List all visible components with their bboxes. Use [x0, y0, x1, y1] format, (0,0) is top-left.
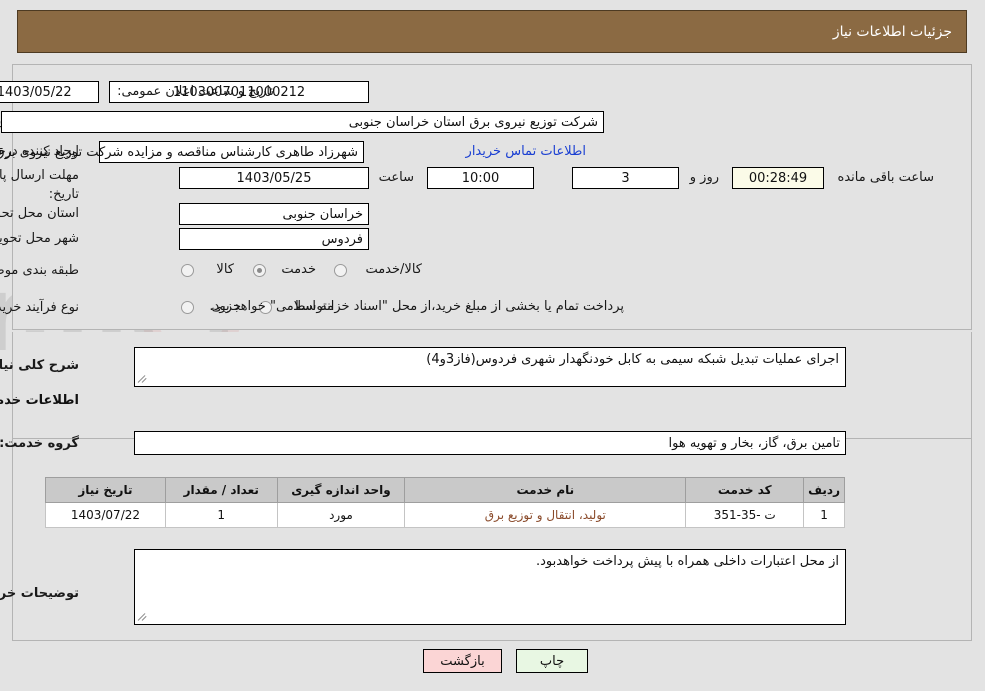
label-city: شهر محل تحویل:	[0, 231, 80, 246]
back-button[interactable]: بازگشت	[424, 649, 503, 673]
label-announce-datetime: تاریخ و ساعت اعلان عمومی:	[118, 84, 275, 99]
field-buyer-notes[interactable]: از محل اعتبارات داخلی همراه با پیش پرداخ…	[135, 549, 847, 625]
page-title: جزئیات اطلاعات نیاز	[833, 23, 953, 40]
field-deadline-date[interactable]: 1403/05/25	[180, 167, 370, 189]
label-category: طبقه بندی موضوعی:	[0, 263, 80, 278]
resize-grip-buyer-notes[interactable]	[138, 611, 150, 623]
cell-need-date: 1403/07/22	[46, 502, 167, 528]
th-need-date: تاریخ نیاز	[46, 477, 167, 503]
buyer-notes-text: از محل اعتبارات داخلی همراه با پیش پرداخ…	[537, 554, 840, 569]
th-unit: واحد اندازه گیری	[277, 477, 407, 503]
th-service-code: کد خدمت	[686, 477, 806, 503]
field-announce-datetime[interactable]: 1403/05/22 - 08:31	[0, 81, 100, 103]
radio-label-category-1: خدمت	[282, 262, 317, 277]
label-buyer-notes: توضیحات خریدار:	[0, 586, 80, 601]
radio-category-khedmat[interactable]	[254, 264, 267, 277]
payment-note: پرداخت تمام یا بخشی از مبلغ خرید،از محل …	[210, 299, 625, 314]
page-header: جزئیات اطلاعات نیاز	[18, 10, 968, 53]
cell-row-no: 1	[804, 502, 846, 528]
th-quantity: تعداد / مقدار	[165, 477, 279, 503]
field-service-group[interactable]: تامین برق، گاز، بخار و تهویه هوا	[135, 431, 847, 455]
field-requester[interactable]: شهرزاد طاهری کارشناس مناقصه و مزایده شرک…	[0, 141, 365, 163]
field-summary[interactable]: اجرای عملیات تبدیل شبکه سیمی به کابل خود…	[135, 347, 847, 387]
field-buyer-org[interactable]: شرکت توزیع نیروی برق استان خراسان جنوبی	[2, 111, 605, 133]
field-province[interactable]: خراسان جنوبی	[180, 203, 370, 225]
buyer-contact-link[interactable]: اطلاعات تماس خریدار	[467, 144, 587, 159]
th-row-no: ردیف	[804, 477, 846, 503]
radio-label-category-2: کالا/خدمت	[366, 262, 423, 277]
radio-process-jozei[interactable]	[182, 301, 195, 314]
table-header-row: ردیف کد خدمت نام خدمت واحد اندازه گیری ت…	[46, 477, 846, 503]
cell-quantity: 1	[165, 502, 279, 528]
table-row: 1 ت -35-351 تولید، انتقال و توزیع برق مو…	[46, 502, 846, 528]
th-service-name: نام خدمت	[405, 477, 688, 503]
field-hour[interactable]: 10:00	[428, 167, 535, 189]
field-countdown: 00:28:49	[733, 167, 825, 189]
field-city[interactable]: فردوس	[180, 228, 370, 250]
label-hour: ساعت	[379, 170, 415, 185]
label-service-group: گروه خدمت:	[0, 436, 80, 451]
label-summary: شرح کلی نیاز:	[0, 358, 80, 373]
label-province: استان محل تحویل:	[0, 206, 80, 221]
services-table: ردیف کد خدمت نام خدمت واحد اندازه گیری ت…	[46, 477, 846, 528]
field-days-remaining[interactable]: 3	[573, 167, 680, 189]
panel-general-info	[13, 64, 973, 330]
radio-label-category-0: کالا	[217, 262, 235, 277]
label-remaining: ساعت باقی مانده	[838, 170, 935, 185]
cell-service-name: تولید، انتقال و توزیع برق	[405, 502, 688, 528]
page-root: AriaTender.net جزئیات اطلاعات نیاز شماره…	[0, 0, 985, 691]
label-deadline-line2: تاریخ:	[49, 187, 80, 202]
label-days-word: روز و	[690, 170, 720, 185]
label-process-type: نوع فرآیند خرید :	[0, 300, 80, 315]
cell-service-code: ت -35-351	[686, 502, 806, 528]
cell-unit: مورد	[277, 502, 407, 528]
radio-category-kala[interactable]	[182, 264, 195, 277]
summary-text: اجرای عملیات تبدیل شبکه سیمی به کابل خود…	[427, 352, 840, 367]
label-deadline-line1: مهلت ارسال پاسخ: تا	[0, 168, 80, 183]
resize-grip-summary[interactable]	[138, 373, 150, 385]
print-button[interactable]: چاپ	[517, 649, 589, 673]
radio-category-kala-khedmat[interactable]	[335, 264, 348, 277]
services-info-title: اطلاعات خدمات مورد نیاز	[0, 393, 80, 408]
